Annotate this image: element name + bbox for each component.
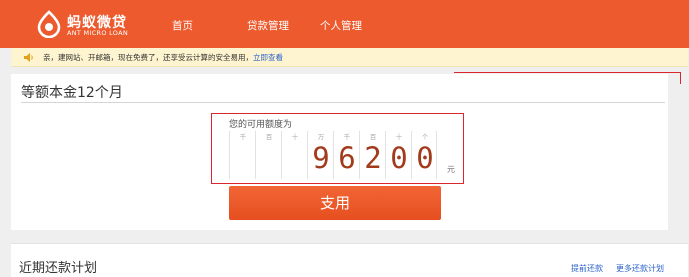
nav-home[interactable]: 首页 <box>172 18 193 33</box>
nav-personal-management[interactable]: 个人管理 <box>320 18 362 33</box>
digit-value: 6 <box>338 141 356 175</box>
repayment-plan-section: 近期还款计划 提前还款 更多还款计划 <box>11 243 688 277</box>
digit-cell: 千 <box>229 131 255 179</box>
notice-view-link[interactable]: 立即查看 <box>253 53 283 62</box>
notice-bar: 亲，建网站、开邮箱，现在免费了，还享受云计算的安全易用，立即查看 <box>11 48 688 67</box>
logo-text-en: ANT MICRO LOAN <box>67 29 129 37</box>
section-title: 近期还款计划 <box>19 261 98 276</box>
digit-unit: 千 <box>343 133 351 141</box>
available-quota-box: 您的可用额度为 千 百 十 万 9 千 6 百 2 十 0 个 0 元 <box>211 113 464 184</box>
prepay-link[interactable]: 提前还款 <box>571 263 603 274</box>
speaker-icon <box>24 53 33 62</box>
callout-line <box>454 72 680 73</box>
digit-cell: 千 6 <box>333 131 359 179</box>
digit-cell: 百 2 <box>359 131 385 179</box>
digit-unit: 百 <box>369 133 377 141</box>
digit-value: 9 <box>312 141 330 175</box>
callout-line-end <box>680 72 681 84</box>
quota-digits: 千 百 十 万 9 千 6 百 2 十 0 个 0 <box>229 131 437 179</box>
digit-value: 2 <box>364 141 382 175</box>
digit-value: 0 <box>416 141 434 175</box>
currency-unit: 元 <box>447 165 455 174</box>
page-title: 等额本金12个月 <box>21 85 123 101</box>
more-repayment-plans-link[interactable]: 更多还款计划 <box>616 263 664 274</box>
digit-cell: 个 0 <box>411 131 437 179</box>
ant-logo-icon <box>37 10 61 38</box>
digit-unit: 万 <box>317 133 325 141</box>
digit-unit: 千 <box>239 133 247 141</box>
top-nav-bar: 蚂蚁微贷 ANT MICRO LOAN 首页 贷款管理 个人管理 <box>0 0 689 48</box>
digit-unit: 十 <box>395 133 403 141</box>
digit-cell: 十 <box>281 131 307 179</box>
digit-cell: 百 <box>255 131 281 179</box>
title-divider <box>21 102 665 103</box>
quota-label: 您的可用额度为 <box>229 120 293 130</box>
digit-cell: 十 0 <box>385 131 411 179</box>
use-loan-button[interactable]: 支用 <box>229 186 441 220</box>
notice-text: 亲，建网站、开邮箱，现在免费了，还享受云计算的安全易用，立即查看 <box>43 52 283 63</box>
digit-cell: 万 9 <box>307 131 333 179</box>
digit-unit: 百 <box>265 133 273 141</box>
logo[interactable]: 蚂蚁微贷 ANT MICRO LOAN <box>36 10 156 40</box>
digit-value: 0 <box>390 141 408 175</box>
nav-loan-management[interactable]: 贷款管理 <box>247 18 289 33</box>
digit-unit: 十 <box>291 133 299 141</box>
digit-unit: 个 <box>421 133 429 141</box>
notice-message: 亲，建网站、开邮箱，现在免费了，还享受云计算的安全易用， <box>43 53 253 62</box>
